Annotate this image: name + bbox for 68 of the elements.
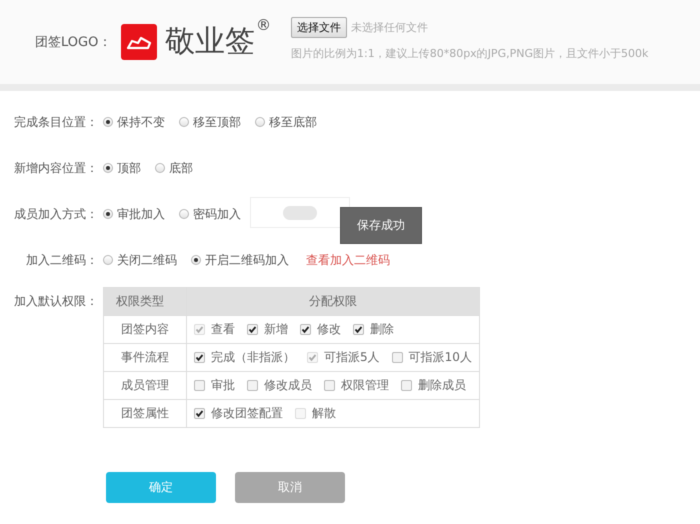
checkbox-label: 修改团签配置: [211, 405, 283, 422]
file-status: 未选择任何文件: [351, 20, 428, 35]
checkbox-label: 可指派10人: [408, 349, 472, 366]
setting-label: 成员加入方式：: [13, 206, 98, 222]
radio-icon[interactable]: [103, 163, 113, 173]
checkbox[interactable]: [194, 408, 205, 419]
radio-icon[interactable]: [179, 117, 189, 127]
radio-option[interactable]: 底部: [155, 160, 193, 176]
upload-hint: 图片的比例为1:1，建议上传80*80px的JPG,PNG图片，且文件小于500k: [291, 46, 648, 61]
checkbox[interactable]: [247, 380, 258, 391]
save-success-toast: 保存成功: [340, 207, 422, 244]
radio-icon[interactable]: [179, 209, 189, 219]
view-qr-link[interactable]: 查看加入二维码: [306, 252, 390, 268]
checkbox-label: 删除: [370, 321, 394, 338]
checkbox[interactable]: [194, 380, 205, 391]
choose-file-button[interactable]: 选择文件: [291, 17, 347, 38]
setting-label: 加入二维码：: [25, 252, 98, 268]
checkbox-label: 新增: [264, 321, 288, 338]
checkbox-label: 解散: [312, 405, 336, 422]
checkbox-label: 删除成员: [418, 377, 466, 394]
option-label: 顶部: [117, 160, 141, 176]
setting-label: 加入默认权限：: [13, 293, 98, 310]
option-label: 关闭二维码: [117, 252, 177, 268]
setting-label: 新增内容位置：: [13, 160, 98, 176]
option-label: 底部: [169, 160, 193, 176]
checkbox[interactable]: [353, 324, 364, 335]
checkbox-label: 完成（非指派）: [211, 349, 295, 366]
table-cell: 成员管理: [104, 372, 186, 400]
radio-option[interactable]: 保持不变: [103, 114, 165, 130]
checkbox[interactable]: [324, 380, 335, 391]
setting-label: 完成条目位置：: [13, 114, 98, 130]
checkbox-label: 查看: [211, 321, 235, 338]
radio-icon[interactable]: [155, 163, 165, 173]
option-label: 保持不变: [117, 114, 165, 130]
radio-option[interactable]: 移至底部: [255, 114, 317, 130]
radio-icon[interactable]: [255, 117, 265, 127]
brand-name: 敬业签: [165, 27, 255, 57]
registered-mark: ®: [256, 16, 271, 34]
logo-label: 团签LOGO：: [35, 34, 112, 51]
table-cell: 事件流程: [104, 344, 186, 372]
radio-icon[interactable]: [103, 117, 113, 127]
radio-icon[interactable]: [191, 255, 201, 265]
checkbox-label: 修改成员: [264, 377, 312, 394]
column-header: 权限类型: [104, 288, 186, 316]
radio-option[interactable]: 移至顶部: [179, 114, 241, 130]
radio-icon[interactable]: [103, 255, 113, 265]
checkbox[interactable]: [401, 380, 412, 391]
checkbox[interactable]: [392, 352, 403, 363]
option-label: 密码加入: [193, 206, 241, 222]
checkbox[interactable]: [194, 352, 205, 363]
radio-option[interactable]: 关闭二维码: [103, 252, 177, 268]
cloud-logo-icon: [121, 24, 157, 60]
checkbox-label: 权限管理: [341, 377, 389, 394]
radio-option[interactable]: 密码加入: [179, 206, 241, 222]
option-label: 移至顶部: [193, 114, 241, 130]
checkbox-label: 审批: [211, 377, 235, 394]
option-label: 审批加入: [117, 206, 165, 222]
table-cell: 团签内容: [104, 316, 186, 344]
checkbox[interactable]: [300, 324, 311, 335]
option-label: 移至底部: [269, 114, 317, 130]
checkbox[interactable]: [247, 324, 258, 335]
checkbox-label: 修改: [317, 321, 341, 338]
radio-option[interactable]: 顶部: [103, 160, 141, 176]
radio-icon[interactable]: [103, 209, 113, 219]
table-cell: 团签属性: [104, 400, 186, 428]
radio-option[interactable]: 审批加入: [103, 206, 165, 222]
column-header: 分配权限: [186, 288, 480, 316]
checkbox-label: 可指派5人: [324, 349, 380, 366]
